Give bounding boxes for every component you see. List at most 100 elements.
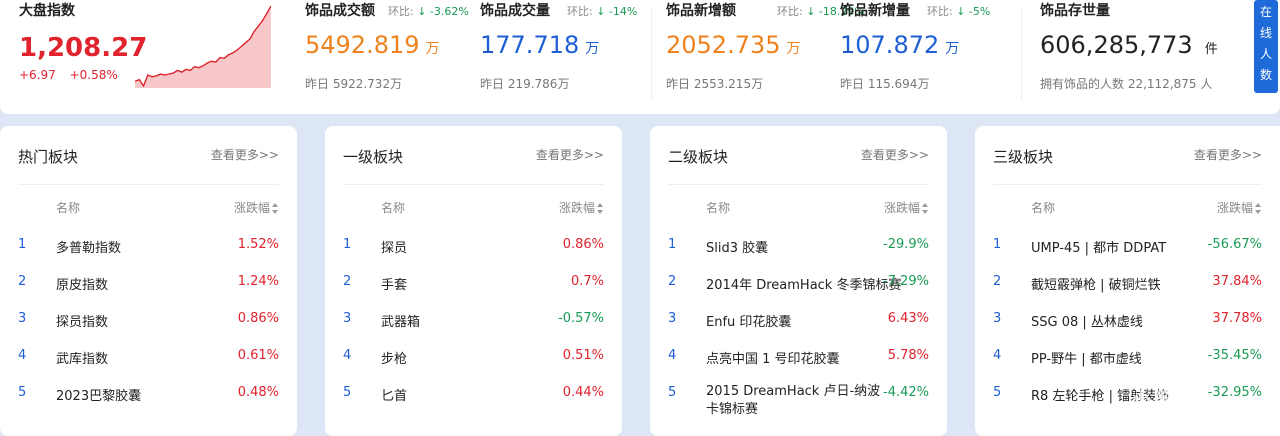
- row-change: -7.29%: [883, 274, 929, 289]
- table-row[interactable]: 4 PP-野牛 | 都市虚线 -35.45%: [975, 348, 1280, 378]
- stat-number: 177.718: [480, 31, 580, 59]
- table-row[interactable]: 2 截短霰弹枪 | 破铜烂铁 37.84%: [975, 274, 1280, 304]
- table-row[interactable]: 5 R8 左轮手枪 | 镭射装饰 -32.95%: [975, 385, 1280, 415]
- sort-icon[interactable]: [922, 203, 929, 214]
- table-row[interactable]: 2 手套 0.7%: [325, 274, 622, 304]
- column-header-name: 名称: [56, 201, 81, 215]
- stat-value: 2052.735 万: [666, 31, 801, 59]
- table-row[interactable]: 5 2015 DreamHack 卢日-纳波卡锦标赛 -4.42%: [650, 384, 947, 417]
- stat-owner-count: 拥有饰品的人数 22,112,875 人: [1040, 77, 1213, 91]
- table-row[interactable]: 4 步枪 0.51%: [325, 348, 622, 378]
- row-change: 5.78%: [887, 348, 929, 363]
- view-more-link[interactable]: 查看更多>>: [1194, 146, 1262, 163]
- online-tab-char: 数: [1259, 68, 1272, 82]
- row-change: 0.44%: [562, 385, 604, 400]
- table-row[interactable]: 2 原皮指数 1.24%: [0, 274, 297, 304]
- column-header-change[interactable]: 涨跌幅: [1217, 199, 1262, 216]
- online-users-tab[interactable]: 在 线 人 数: [1254, 0, 1278, 93]
- table-row[interactable]: 2 2014年 DreamHack 冬季锦标赛 -7.29%: [650, 274, 947, 304]
- divider: [1021, 8, 1022, 100]
- view-more-link[interactable]: 查看更多>>: [211, 146, 279, 163]
- row-change: -35.45%: [1207, 348, 1262, 363]
- watermark: 小黑盒: [1130, 390, 1197, 415]
- divider: [668, 184, 929, 185]
- table-row[interactable]: 4 武库指数 0.61%: [0, 348, 297, 378]
- row-change: 37.78%: [1212, 311, 1262, 326]
- row-name[interactable]: 手套: [381, 274, 407, 293]
- row-rank: 3: [343, 311, 352, 326]
- compare-label: 环比:: [388, 5, 418, 18]
- column-header-change[interactable]: 涨跌幅: [234, 199, 279, 216]
- row-rank: 3: [668, 311, 677, 326]
- index-change-abs: +6.97: [19, 68, 56, 82]
- stat-unit: 件: [1204, 42, 1218, 57]
- panel-title: 二级板块: [668, 148, 729, 166]
- panel-level1-sectors: 一级板块 查看更多>> 名称 涨跌幅 1 探员 0.86% 2 手套 0.7% 3 武器箱 -0.57%…: [325, 126, 622, 436]
- row-name[interactable]: PP-野牛 | 都市虚线: [1031, 348, 1142, 367]
- sort-icon[interactable]: [1255, 203, 1262, 214]
- row-name[interactable]: 探员指数: [56, 311, 108, 330]
- row-name[interactable]: 点亮中国 1 号印花胶囊: [706, 348, 840, 367]
- row-name[interactable]: 武器箱: [381, 311, 420, 330]
- row-name[interactable]: SSG 08 | 丛林虚线: [1031, 311, 1143, 330]
- index-sparkline[interactable]: [135, 4, 271, 88]
- row-rank: 2: [18, 274, 27, 289]
- compare-label: 环比:: [777, 5, 807, 18]
- row-rank: 1: [343, 237, 352, 252]
- table-row[interactable]: 1 探员 0.86%: [325, 237, 622, 267]
- table-row[interactable]: 1 UMP-45 | 都市 DDPAT -56.67%: [975, 237, 1280, 267]
- row-name[interactable]: Slid3 胶囊: [706, 237, 768, 256]
- table-row[interactable]: 5 匕首 0.44%: [325, 385, 622, 415]
- table-row[interactable]: 1 多普勒指数 1.52%: [0, 237, 297, 267]
- stat-value: 177.718 万: [480, 31, 599, 59]
- row-name[interactable]: 步枪: [381, 348, 407, 367]
- table-row[interactable]: 1 Slid3 胶囊 -29.9%: [650, 237, 947, 267]
- stat-title: 饰品存世量: [1040, 3, 1110, 19]
- table-row[interactable]: 3 探员指数 0.86%: [0, 311, 297, 341]
- stat-yesterday: 昨日 5922.732万: [305, 77, 403, 91]
- row-name[interactable]: UMP-45 | 都市 DDPAT: [1031, 237, 1166, 256]
- row-change: 1.52%: [237, 237, 279, 252]
- stat-number: 107.872: [840, 31, 940, 59]
- index-change: +6.97 +0.58%: [19, 68, 128, 82]
- row-name[interactable]: 武库指数: [56, 348, 108, 367]
- sort-icon[interactable]: [597, 203, 604, 214]
- row-name[interactable]: Enfu 印花胶囊: [706, 311, 791, 330]
- stat-title: 饰品新增额: [666, 3, 736, 19]
- table-row[interactable]: 4 点亮中国 1 号印花胶囊 5.78%: [650, 348, 947, 378]
- row-name[interactable]: 截短霰弹枪 | 破铜烂铁: [1031, 274, 1161, 293]
- row-rank: 4: [993, 348, 1002, 363]
- row-change: -4.42%: [883, 385, 929, 400]
- row-name[interactable]: 2014年 DreamHack 冬季锦标赛: [706, 274, 901, 293]
- table-row[interactable]: 3 Enfu 印花胶囊 6.43%: [650, 311, 947, 341]
- row-change: 6.43%: [887, 311, 929, 326]
- table-row[interactable]: 3 武器箱 -0.57%: [325, 311, 622, 341]
- row-change: 0.48%: [237, 385, 279, 400]
- column-header-change[interactable]: 涨跌幅: [559, 199, 604, 216]
- index-value: 1,208.27: [19, 33, 148, 63]
- row-name[interactable]: 2015 DreamHack 卢日-纳波卡锦标赛: [706, 383, 881, 419]
- sort-icon[interactable]: [272, 203, 279, 214]
- index-title: 大盘指数: [19, 3, 75, 19]
- row-name[interactable]: 原皮指数: [56, 274, 108, 293]
- row-change: 37.84%: [1212, 274, 1262, 289]
- row-name[interactable]: 2023巴黎胶囊: [56, 385, 141, 404]
- table-row[interactable]: 5 2023巴黎胶囊 0.48%: [0, 385, 297, 415]
- view-more-link[interactable]: 查看更多>>: [861, 146, 929, 163]
- panel-hot-sectors: 热门板块 查看更多>> 名称 涨跌幅 1 多普勒指数 1.52% 2 原皮指数 1.24% 3 探员指…: [0, 126, 297, 436]
- table-row[interactable]: 3 SSG 08 | 丛林虚线 37.78%: [975, 311, 1280, 341]
- row-rank: 5: [343, 385, 352, 400]
- row-change: -32.95%: [1207, 385, 1262, 400]
- stat-compare: 环比: ↓ -14%: [567, 3, 637, 19]
- column-header-change-label: 涨跌幅: [558, 201, 595, 215]
- row-name[interactable]: 探员: [381, 237, 407, 256]
- stat-title: 饰品成交额: [305, 3, 375, 19]
- row-rank: 2: [993, 274, 1002, 289]
- column-header-change[interactable]: 涨跌幅: [884, 199, 929, 216]
- stat-unit: 万: [425, 41, 440, 57]
- view-more-link[interactable]: 查看更多>>: [536, 146, 604, 163]
- stat-title: 饰品成交量: [480, 3, 550, 19]
- row-name[interactable]: 匕首: [381, 385, 407, 404]
- row-change: 1.24%: [237, 274, 279, 289]
- row-name[interactable]: 多普勒指数: [56, 237, 121, 256]
